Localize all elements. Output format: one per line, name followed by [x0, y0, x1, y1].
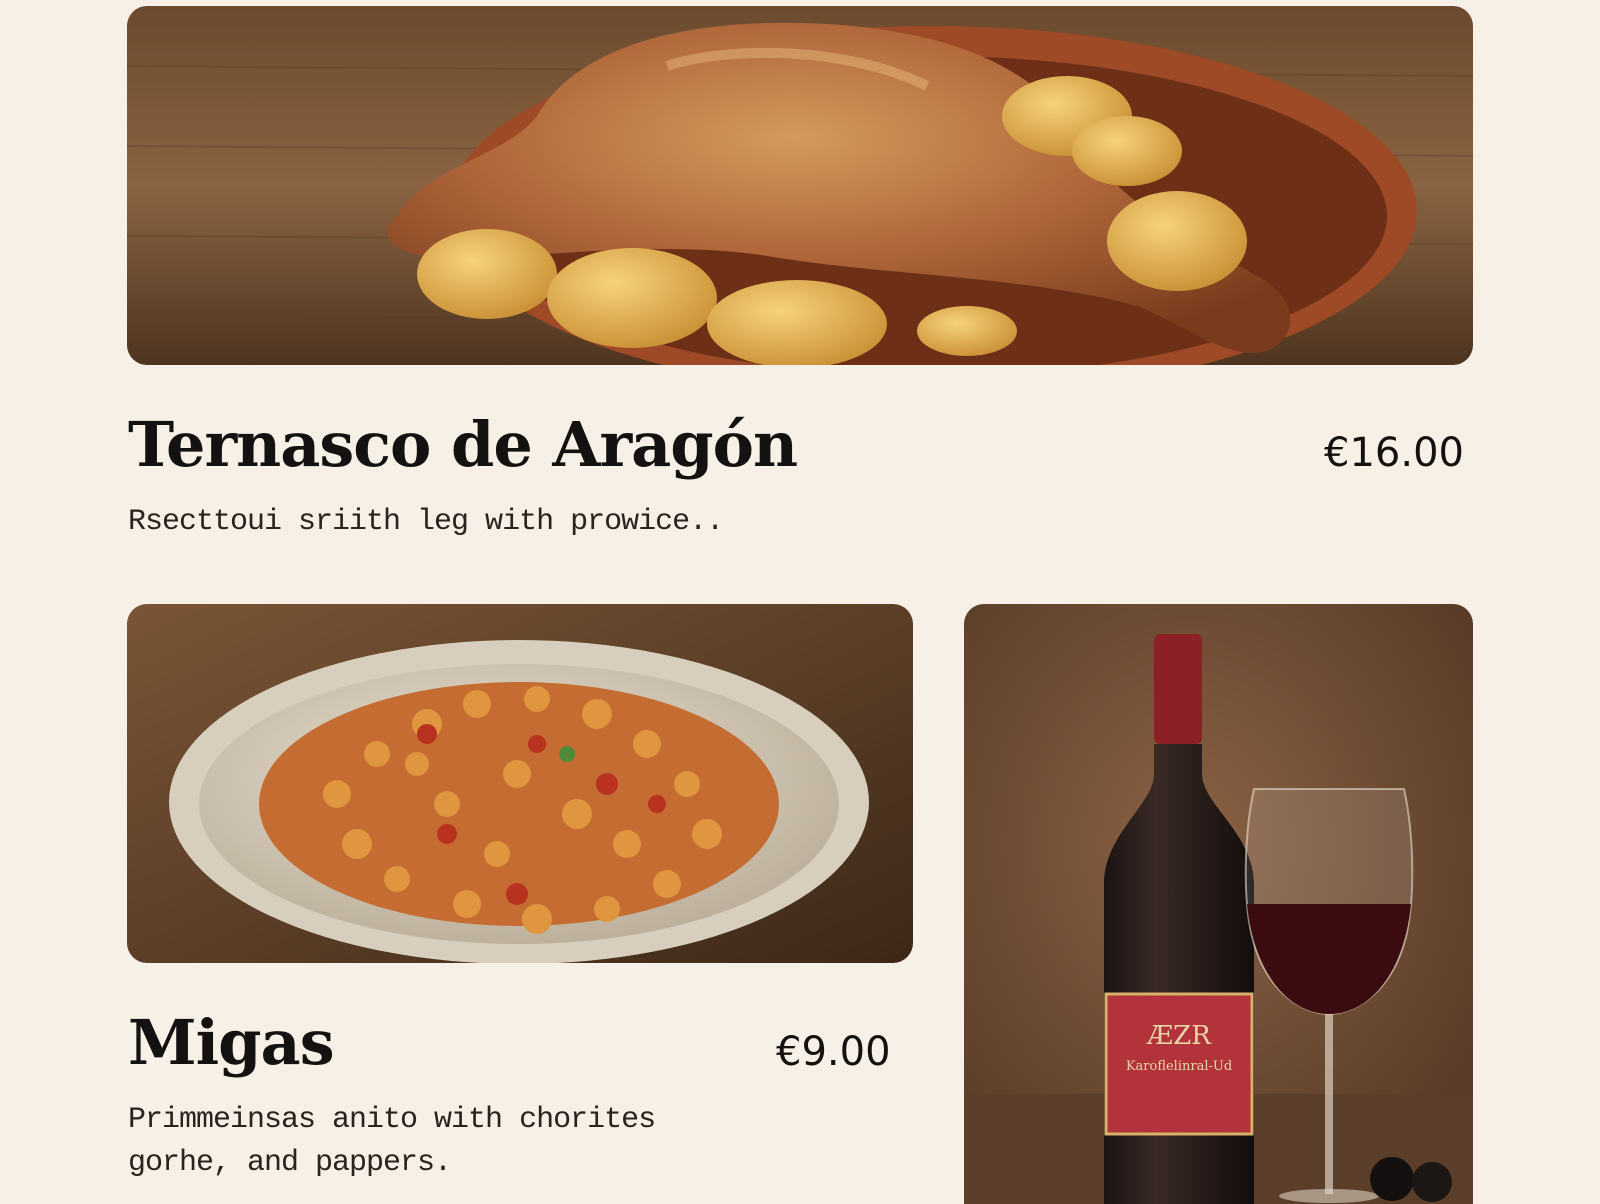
dish-price: €9.00: [776, 1029, 891, 1075]
wine-label-monogram: ÆZR: [1146, 1021, 1212, 1051]
dish-price: €16.00: [1324, 430, 1464, 476]
dish-description: Primmeinsas anito with chorites gorhe, a…: [128, 1103, 656, 1180]
dish-description: Rsecttoui sriith leg with prowice..: [128, 505, 724, 539]
dish-title: Ternasco de Aragón: [128, 408, 798, 481]
wine-label-text: Karoflelinral-Ud: [1126, 1059, 1232, 1074]
dish-title: Migas: [128, 1006, 335, 1079]
wine-photo[interactable]: ÆZR Karoflelinral-Ud: [964, 604, 1473, 1204]
dish-photo-ternasco[interactable]: [127, 6, 1473, 365]
dish-photo-migas[interactable]: [127, 604, 913, 963]
